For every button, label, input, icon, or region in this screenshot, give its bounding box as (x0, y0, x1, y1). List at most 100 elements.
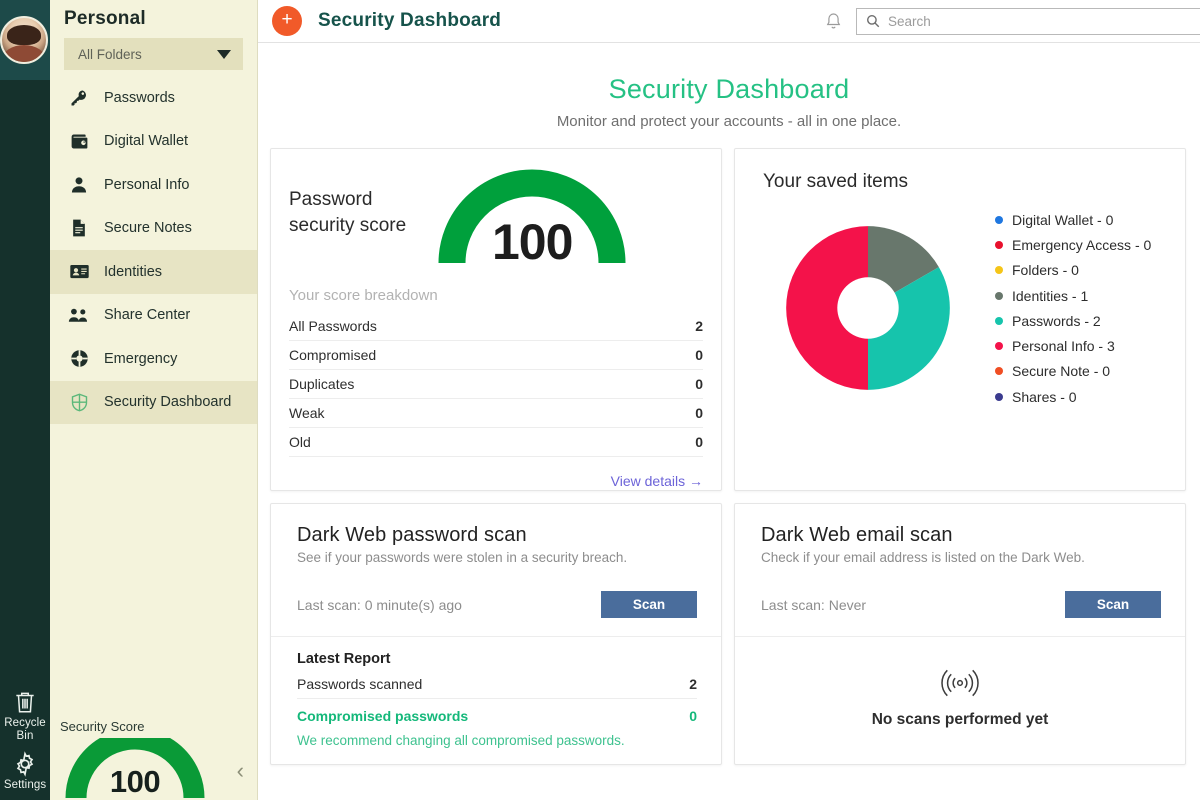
breakdown-label: Compromised (289, 347, 376, 363)
page-title: Security Dashboard (258, 74, 1200, 105)
password-scan-row: Last scan: 0 minute(s) ago Scan (271, 565, 721, 636)
email-scan-button[interactable]: Scan (1065, 591, 1161, 618)
saved-items-donut-chart (775, 215, 961, 401)
password-last-scan: Last scan: 0 minute(s) ago (297, 597, 462, 613)
legend-label: Folders - 0 (1012, 262, 1079, 278)
latest-report-title: Latest Report (297, 651, 697, 667)
folders-sidebar: Personal All Folders Passwords Digital (50, 0, 258, 800)
main-content: + Security Dashboard Search Securi (258, 0, 1200, 800)
view-details-label: View details (611, 473, 685, 489)
recycle-bin-label-1: Recycle (0, 717, 50, 730)
table-row: Old 0 (289, 428, 703, 457)
email-scan-subtitle: Check if your email address is listed on… (761, 550, 1161, 565)
legend-dot-passwords (995, 317, 1003, 325)
email-last-scan: Last scan: Never (761, 597, 866, 613)
report-value: 2 (689, 676, 697, 692)
user-avatar[interactable] (0, 16, 48, 64)
score-heading-line1: Password (289, 187, 406, 213)
legend-label: Personal Info - 3 (1012, 338, 1115, 354)
avatar-cell[interactable] (0, 0, 50, 80)
saved-items-card: Your saved items Digital Wallet - 0 (734, 148, 1186, 491)
gear-icon (0, 749, 50, 779)
add-item-button[interactable]: + (272, 6, 302, 36)
sidebar-item-share-center[interactable]: Share Center (50, 294, 257, 338)
sidebar-item-label: Passwords (104, 90, 175, 106)
list-item: Personal Info - 3 (995, 333, 1151, 358)
score-card-heading: Password security score (289, 167, 406, 239)
password-scan-subtitle: See if your passwords were stolen in a s… (297, 550, 697, 565)
sidebar-item-personal-info[interactable]: Personal Info (50, 163, 257, 207)
settings-item[interactable]: Settings (0, 749, 50, 792)
list-item: Folders - 0 (995, 258, 1151, 283)
legend-dot-digital-wallet (995, 216, 1003, 224)
report-label: Passwords scanned (297, 676, 422, 692)
password-scan-button[interactable]: Scan (601, 591, 697, 618)
legend-label: Shares - 0 (1012, 389, 1077, 405)
sidebar-score-value: 100 (60, 764, 210, 800)
email-scan-empty-state: No scans performed yet (735, 637, 1185, 764)
sidebar-item-label: Digital Wallet (104, 133, 188, 149)
legend-label: Identities - 1 (1012, 288, 1088, 304)
sidebar-item-secure-notes[interactable]: Secure Notes (50, 207, 257, 251)
sidebar-item-passwords[interactable]: Passwords (50, 76, 257, 120)
legend-label: Passwords - 2 (1012, 313, 1101, 329)
sidebar-title: Personal (50, 0, 257, 36)
sidebar-score-label: Security Score (58, 719, 258, 734)
desktop-dock: Recycle Bin Settings (0, 0, 50, 800)
table-row: All Passwords 2 (289, 312, 703, 341)
topbar-right: Search (820, 8, 1200, 35)
key-icon (68, 87, 90, 109)
sidebar-item-digital-wallet[interactable]: Digital Wallet (50, 120, 257, 164)
breakdown-label: Duplicates (289, 376, 354, 392)
dark-web-email-scan-card: Dark Web email scan Check if your email … (734, 503, 1186, 765)
email-scan-header: Dark Web email scan Check if your email … (735, 504, 1185, 565)
list-item: Shares - 0 (995, 384, 1151, 409)
search-input[interactable]: Search (856, 8, 1200, 35)
password-security-score-card: Password security score 100 Your score b… (270, 148, 722, 491)
dark-web-password-scan-card: Dark Web password scan See if your passw… (270, 503, 722, 765)
sidebar-item-label: Secure Notes (104, 220, 192, 236)
table-row: Duplicates 0 (289, 370, 703, 399)
sidebar-item-identities[interactable]: Identities (50, 250, 257, 294)
list-item: Passwords - 2 (995, 308, 1151, 333)
list-item: Emergency Access - 0 (995, 232, 1151, 257)
search-placeholder: Search (888, 14, 931, 29)
radar-icon (940, 666, 980, 705)
sidebar-item-emergency[interactable]: Emergency (50, 337, 257, 381)
breakdown-label: All Passwords (289, 318, 377, 334)
recycle-bin-item[interactable]: Recycle Bin (0, 687, 50, 743)
trash-icon (0, 687, 50, 717)
legend-dot-identities (995, 292, 1003, 300)
bell-icon[interactable] (820, 8, 846, 34)
page-subtitle: Monitor and protect your accounts - all … (258, 113, 1200, 130)
breakdown-value: 0 (695, 434, 703, 450)
list-item: Identities - 1 (995, 283, 1151, 308)
score-heading-line2: security score (289, 213, 406, 239)
view-details-link[interactable]: View details → (289, 457, 703, 489)
note-icon (68, 217, 90, 239)
latest-report: Latest Report Passwords scanned 2 Compro… (271, 637, 721, 748)
chevron-left-icon[interactable]: ‹ (237, 760, 244, 782)
list-item: Secure Note - 0 (995, 359, 1151, 384)
report-label: Compromised passwords (297, 708, 468, 724)
saved-items-legend: Digital Wallet - 0 Emergency Access - 0 … (995, 207, 1151, 409)
score-breakdown-label: Your score breakdown (289, 287, 703, 304)
email-scan-empty-text: No scans performed yet (872, 711, 1049, 729)
cards-grid: Password security score 100 Your score b… (258, 130, 1200, 765)
breakdown-label: Old (289, 434, 311, 450)
sidebar-security-score: Security Score 100 ‹ (50, 719, 258, 800)
arrow-right-icon: → (689, 473, 703, 489)
all-folders-dropdown[interactable]: All Folders (64, 38, 243, 70)
app-root: Recycle Bin Settings Personal All Folder… (0, 0, 1200, 800)
sidebar-item-security-dashboard[interactable]: Security Dashboard (50, 381, 257, 425)
legend-dot-folders (995, 266, 1003, 274)
list-item: Digital Wallet - 0 (995, 207, 1151, 232)
id-card-icon (68, 261, 90, 283)
saved-items-body: Digital Wallet - 0 Emergency Access - 0 … (763, 207, 1167, 409)
breakdown-value: 0 (695, 376, 703, 392)
breakdown-value: 0 (695, 405, 703, 421)
page-header: Security Dashboard Monitor and protect y… (258, 43, 1200, 130)
score-top: Password security score 100 (289, 167, 703, 267)
saved-items-heading: Your saved items (763, 171, 1167, 193)
recycle-bin-label-2: Bin (0, 730, 50, 743)
